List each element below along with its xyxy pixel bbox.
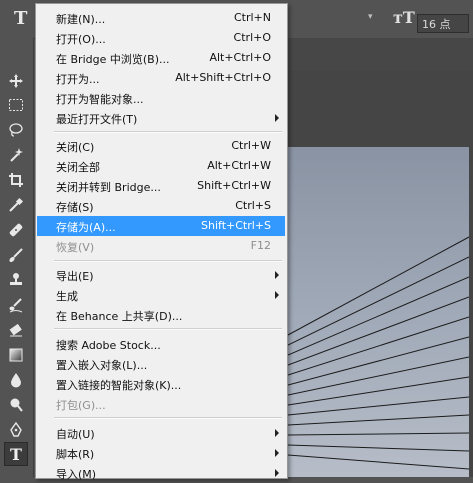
menu-item-package: 打包(G)... — [37, 394, 285, 414]
crop-tool-icon[interactable] — [4, 168, 28, 192]
document-canvas[interactable] — [287, 147, 470, 477]
submenu-arrow-icon — [275, 429, 279, 437]
menu-item-shortcut: Ctrl+S — [235, 199, 271, 212]
menu-item-generate[interactable]: 生成 — [37, 285, 285, 305]
menu-item-place-embedded[interactable]: 置入嵌入对象(L)... — [37, 354, 285, 374]
font-size-field[interactable]: 16 点 — [417, 14, 469, 33]
pen-tool-icon[interactable] — [4, 418, 28, 442]
chevron-down-icon[interactable]: ▾ — [368, 12, 373, 22]
menu-item-label: 关闭并转到 Bridge... — [56, 181, 161, 194]
menu-item-search-adobe-stock[interactable]: 搜索 Adobe Stock... — [37, 334, 285, 354]
menu-item-label: 打开为... — [56, 73, 100, 86]
file-menu: 新建(N)... Ctrl+N 打开(O)... Ctrl+O 在 Bridge… — [35, 3, 288, 481]
menu-item-label: 存储为(A)... — [56, 221, 116, 234]
menu-item-label: 生成 — [56, 290, 78, 303]
submenu-arrow-icon — [275, 271, 279, 279]
submenu-arrow-icon — [275, 291, 279, 299]
menu-item-close-all[interactable]: 关闭全部 Alt+Ctrl+W — [37, 156, 285, 176]
menu-item-label: 新建(N)... — [56, 13, 106, 26]
menu-item-save[interactable]: 存储(S) Ctrl+S — [37, 196, 285, 216]
menu-item-label: 存储(S) — [56, 201, 94, 214]
menu-item-recent-files[interactable]: 最近打开文件(T) — [37, 108, 285, 128]
clone-stamp-tool-icon[interactable] — [4, 268, 28, 292]
menu-item-shortcut: Alt+Ctrl+W — [207, 159, 271, 172]
menu-separator — [54, 417, 282, 419]
canvas-header — [286, 38, 473, 71]
type-tool-icon[interactable]: T — [4, 442, 28, 466]
menu-item-shortcut: Ctrl+O — [233, 31, 271, 44]
menu-item-browse-in-bridge[interactable]: 在 Bridge 中浏览(B)... Alt+Ctrl+O — [37, 48, 285, 68]
menu-item-label: 打包(G)... — [56, 399, 106, 412]
menu-item-scripts[interactable]: 脚本(R) — [37, 443, 285, 463]
healing-brush-tool-icon[interactable] — [4, 218, 28, 242]
menu-separator — [54, 328, 282, 330]
menu-item-open[interactable]: 打开(O)... Ctrl+O — [37, 28, 285, 48]
lasso-tool-icon[interactable] — [4, 118, 28, 142]
menu-item-close-and-go-to-bridge[interactable]: 关闭并转到 Bridge... Shift+Ctrl+W — [37, 176, 285, 196]
menu-item-save-as[interactable]: 存储为(A)... Shift+Ctrl+S — [37, 216, 285, 236]
menu-item-open-as[interactable]: 打开为... Alt+Shift+Ctrl+O — [37, 68, 285, 88]
blur-tool-icon[interactable] — [4, 368, 28, 392]
menu-item-shortcut: Alt+Ctrl+O — [209, 51, 271, 64]
font-size-icon: ᴛT — [393, 8, 415, 27]
menu-separator — [54, 260, 282, 262]
move-tool-icon[interactable] — [4, 69, 28, 93]
brush-tool-icon[interactable] — [4, 243, 28, 267]
menu-item-label: 置入嵌入对象(L)... — [56, 359, 148, 372]
tools-panel: T — [0, 38, 34, 477]
menu-item-shortcut: Ctrl+N — [233, 11, 271, 24]
menu-item-label: 导入(M) — [56, 468, 97, 481]
canvas-image — [287, 236, 470, 470]
menu-separator — [54, 131, 282, 133]
menu-item-shortcut: Shift+Ctrl+W — [197, 179, 271, 192]
menu-item-label: 导出(E) — [56, 270, 94, 283]
menu-item-close[interactable]: 关闭(C) Ctrl+W — [37, 136, 285, 156]
menu-item-label: 恢复(V) — [56, 241, 95, 254]
menu-item-revert: 恢复(V) F12 — [37, 236, 285, 256]
marquee-tool-icon[interactable] — [4, 93, 28, 117]
menu-item-label: 最近打开文件(T) — [56, 113, 138, 126]
submenu-arrow-icon — [275, 469, 279, 477]
submenu-arrow-icon — [275, 449, 279, 457]
menu-item-automate[interactable]: 自动(U) — [37, 423, 285, 443]
menu-item-shortcut: F12 — [250, 239, 271, 252]
menu-item-share-on-behance[interactable]: 在 Behance 上共享(D)... — [37, 305, 285, 325]
menu-item-label: 置入链接的智能对象(K)... — [56, 379, 182, 392]
type-tool-icon[interactable]: T — [14, 8, 27, 29]
menu-item-place-linked[interactable]: 置入链接的智能对象(K)... — [37, 374, 285, 394]
menu-item-label: 搜索 Adobe Stock... — [56, 339, 161, 352]
menu-item-label: 关闭(C) — [56, 141, 95, 154]
eyedropper-tool-icon[interactable] — [4, 193, 28, 217]
dodge-tool-icon[interactable] — [4, 393, 28, 417]
menu-item-import[interactable]: 导入(M) — [37, 463, 285, 483]
menu-item-shortcut: Ctrl+W — [231, 139, 271, 152]
menu-item-open-as-smart-object[interactable]: 打开为智能对象... — [37, 88, 285, 108]
menu-item-label: 在 Bridge 中浏览(B)... — [56, 53, 170, 66]
history-brush-tool-icon[interactable] — [4, 293, 28, 317]
menu-item-label: 关闭全部 — [56, 161, 100, 174]
menu-item-label: 自动(U) — [56, 428, 95, 441]
menu-item-shortcut: Shift+Ctrl+S — [201, 219, 271, 232]
menu-item-new[interactable]: 新建(N)... Ctrl+N — [37, 8, 285, 28]
menu-item-shortcut: Alt+Shift+Ctrl+O — [175, 71, 271, 84]
gradient-tool-icon[interactable] — [4, 343, 28, 367]
menu-item-export[interactable]: 导出(E) — [37, 265, 285, 285]
menu-item-label: 打开(O)... — [56, 33, 106, 46]
eraser-tool-icon[interactable] — [4, 318, 28, 342]
submenu-arrow-icon — [275, 114, 279, 122]
menu-item-label: 在 Behance 上共享(D)... — [56, 310, 183, 323]
quick-select-tool-icon[interactable] — [4, 143, 28, 167]
menu-item-label: 打开为智能对象... — [56, 93, 144, 106]
menu-item-label: 脚本(R) — [56, 448, 95, 461]
